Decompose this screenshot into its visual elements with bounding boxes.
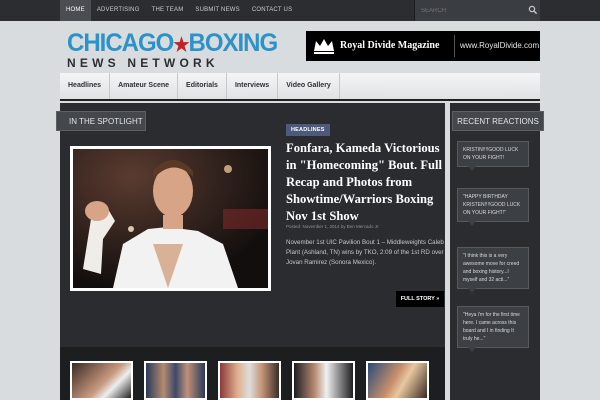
thumbnail-image: [294, 363, 353, 398]
ad-url: www.RoyalDivide.com: [460, 41, 540, 50]
nav-amateur-scene[interactable]: Amateur Scene: [110, 73, 179, 99]
main-nav: Headlines Amateur Scene Editorials Inter…: [60, 73, 540, 101]
reaction-item[interactable]: "I think this is a very awesome move for…: [457, 247, 529, 293]
search-icon[interactable]: [528, 5, 538, 15]
topnav-home[interactable]: HOME: [60, 0, 91, 21]
article-meta: Posted: November 1, 2014 by Ben Mercado …: [286, 224, 380, 229]
nav-headlines[interactable]: Headlines: [60, 73, 111, 99]
search-box: [414, 0, 540, 21]
nav-video-gallery[interactable]: Video Gallery: [278, 73, 340, 99]
thumbnail-image: [72, 363, 131, 398]
thumbnail[interactable]: [366, 361, 429, 400]
thumbnail[interactable]: [144, 361, 207, 400]
nav-interviews[interactable]: Interviews: [227, 73, 279, 99]
thumbnail[interactable]: [292, 361, 355, 400]
article-excerpt: November 1st UIC Pavilion Bout 1 – Middl…: [286, 239, 444, 266]
crown-icon: [314, 39, 334, 54]
thumbnail-image: [220, 363, 279, 398]
boxer-illustration: [73, 149, 268, 288]
thumbnail-image: [368, 363, 427, 398]
topnav-advertising[interactable]: ADVERTISING: [91, 0, 146, 21]
logo-word-boxing: BOXING: [188, 28, 278, 58]
recent-reactions-ribbon: RECENT REACTIONS: [452, 111, 544, 131]
boxer-photo: [73, 149, 268, 288]
ad-banner[interactable]: Royal Divide Magazine www.RoyalDivide.co…: [306, 31, 540, 61]
ad-divider: [454, 35, 455, 57]
thumbnail[interactable]: [70, 361, 133, 400]
logo-word-chicago: CHICAGO: [67, 28, 174, 58]
topnav-submit-news[interactable]: SUBMIT NEWS: [189, 0, 245, 21]
category-badge[interactable]: HEADLINES: [286, 124, 330, 136]
star-icon: ★: [173, 34, 189, 56]
logo-title: CHICAGO★BOXING: [67, 28, 278, 58]
full-story-button[interactable]: FULL STORY »: [396, 291, 444, 307]
nav-editorials[interactable]: Editorials: [178, 73, 227, 99]
top-nav: HOME ADVERTISING THE TEAM SUBMIT NEWS CO…: [60, 0, 298, 21]
reaction-item[interactable]: "HAPPY BIRTHDAY KRISTEN!!!!GOOD LUCK ON …: [457, 188, 529, 226]
thumbnail[interactable]: [218, 361, 281, 400]
spotlight-ribbon: IN THE SPOTLIGHT: [56, 111, 146, 131]
topnav-the-team[interactable]: THE TEAM: [146, 0, 190, 21]
logo-subtitle: NEWS NETWORK: [67, 56, 219, 70]
thumbnail-image: [146, 363, 205, 398]
search-input[interactable]: [421, 5, 521, 16]
reaction-item[interactable]: "Heya i'm for the first time here. I cam…: [457, 306, 529, 352]
topnav-contact-us[interactable]: CONTACT US: [246, 0, 298, 21]
ad-brand-name: Royal Divide Magazine: [340, 40, 440, 51]
featured-photo[interactable]: [70, 146, 271, 291]
reaction-item[interactable]: KRISTIN!!!!GOOD LUCK ON YOUR FIGHT!: [457, 141, 529, 171]
thumbnail-strip: [70, 361, 429, 400]
site-logo[interactable]: CHICAGO★BOXING NEWS NETWORK: [67, 30, 278, 71]
article-headline[interactable]: Fonfara, Kameda Victorious in "Homecomin…: [286, 140, 446, 225]
top-bar: HOME ADVERTISING THE TEAM SUBMIT NEWS CO…: [0, 0, 600, 21]
